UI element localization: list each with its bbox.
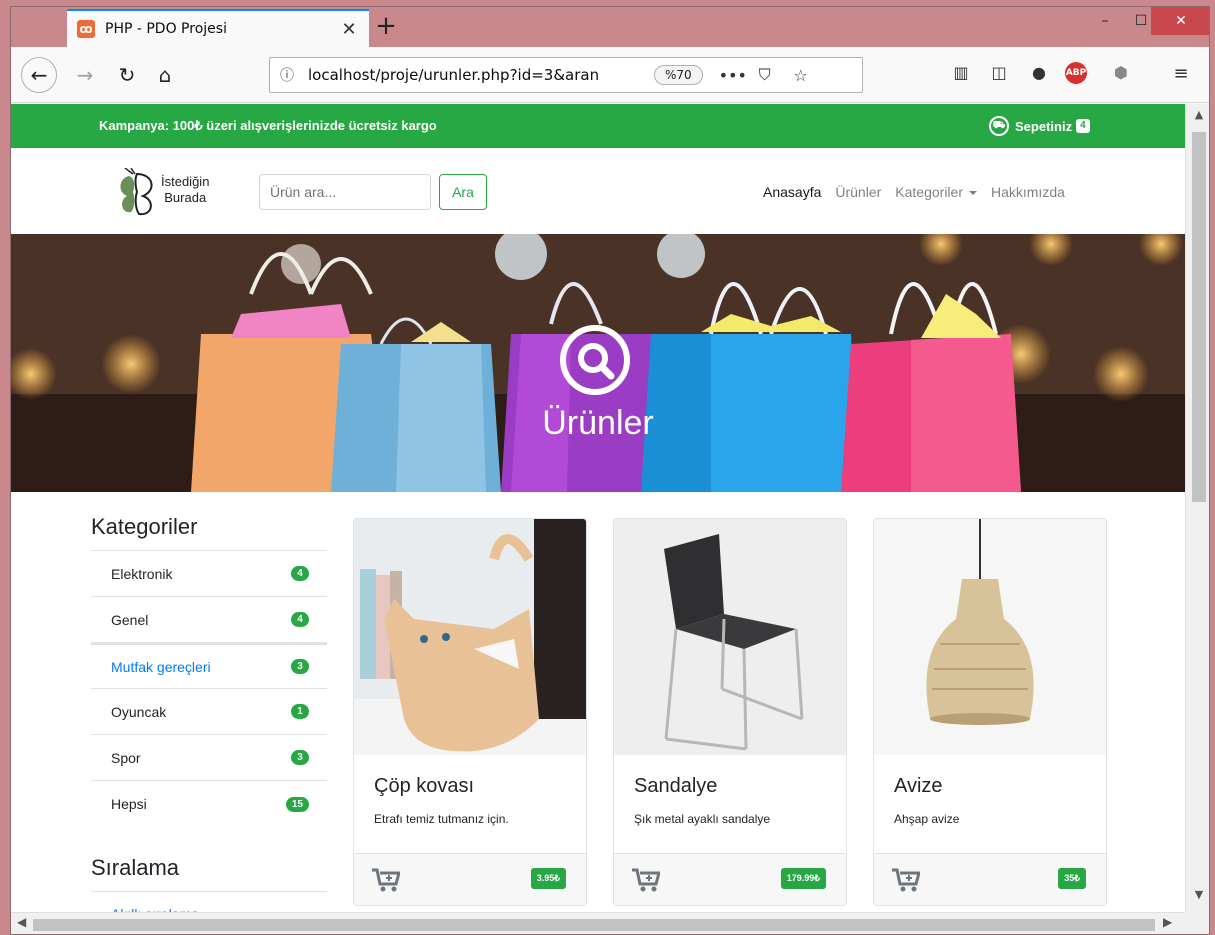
product-card[interactable]: Çöp kovası Etrafı temiz tutmanız için. 3…	[353, 518, 587, 906]
scroll-down-icon[interactable]: ▼	[1186, 888, 1209, 908]
product-card-body: Çöp kovası Etrafı temiz tutmanız için.	[354, 755, 586, 846]
trash-bin-image	[354, 519, 586, 755]
add-to-cart-icon[interactable]	[372, 868, 400, 892]
search-input[interactable]: Ürün ara...	[259, 174, 431, 210]
zoom-indicator[interactable]: %70	[654, 65, 703, 85]
promo-text: Kampanya: 100₺ üzeri alışverişlerinizde …	[99, 118, 437, 133]
extension-icon[interactable]: ●	[1027, 63, 1051, 82]
categories-heading: Kategoriler	[91, 514, 327, 551]
nav-products[interactable]: Ürünler	[835, 184, 881, 200]
tab-bar: ꝏ PHP - PDO Projesi ✕ + – ☐ ✕	[11, 7, 1209, 47]
vertical-scrollbar[interactable]: ▲ ▼	[1185, 104, 1209, 912]
bookmark-star-icon[interactable]: ☆	[791, 66, 811, 85]
back-button[interactable]: ←	[21, 57, 57, 93]
add-to-cart-icon[interactable]	[892, 868, 920, 892]
hero-title: Ürünler	[542, 404, 654, 442]
price-badge: 35₺	[1058, 868, 1086, 889]
tab-title: PHP - PDO Projesi	[105, 21, 227, 37]
category-count-badge: 1	[291, 704, 309, 719]
chair-image	[614, 519, 846, 755]
category-item-hepsi[interactable]: Hepsi 15	[91, 781, 327, 827]
scroll-left-icon[interactable]: ◀	[17, 915, 26, 929]
product-description: Etrafı temiz tutmanız için.	[374, 812, 509, 826]
library-icon[interactable]: ▥	[949, 63, 973, 82]
product-description: Şık metal ayaklı sandalye	[634, 812, 771, 826]
page-actions-icon[interactable]: •••	[719, 66, 747, 85]
cart-icon: ⛟	[989, 116, 1009, 136]
category-count-badge: 4	[291, 612, 309, 627]
category-count-badge: 3	[291, 659, 309, 674]
scroll-right-icon[interactable]: ▶	[1163, 915, 1172, 929]
category-item-oyuncak[interactable]: Oyuncak 1	[91, 689, 327, 735]
promo-banner: Kampanya: 100₺ üzeri alışverişlerinizde …	[11, 104, 1185, 148]
search-button[interactable]: Ara	[439, 174, 487, 210]
cart-link[interactable]: ⛟ Sepetiniz 4	[989, 116, 1090, 136]
product-card-footer: 35₺	[874, 853, 1106, 905]
category-sidebar: Kategoriler Elektronik 4 Genel 4 Mutfak …	[91, 514, 327, 912]
horizontal-scroll-thumb[interactable]	[33, 919, 1155, 931]
product-title[interactable]: Çöp kovası	[374, 775, 566, 798]
price-badge: 179.99₺	[780, 868, 826, 889]
browser-tab[interactable]: ꝏ PHP - PDO Projesi ✕	[67, 9, 369, 47]
shield-icon[interactable]: ⬢	[1109, 63, 1133, 82]
product-card-body: Sandalye Şık metal ayaklı sandalye	[614, 755, 846, 846]
browser-window: ꝏ PHP - PDO Projesi ✕ + – ☐ ✕ ← → ↻ ⌂ ⓘ …	[10, 6, 1210, 935]
product-card[interactable]: Sandalye Şık metal ayaklı sandalye 179.9…	[613, 518, 847, 906]
pendant-lamp-image	[874, 519, 1106, 755]
sidebar-icon[interactable]: ◫	[987, 63, 1011, 82]
cart-label: Sepetiniz	[1015, 118, 1073, 134]
product-card-body: Avize Ahşap avize	[874, 755, 1106, 846]
search-icon	[560, 325, 630, 395]
add-to-cart-icon[interactable]	[632, 868, 660, 892]
product-card-footer: 3.95₺	[354, 853, 586, 905]
category-count-badge: 15	[285, 796, 309, 812]
xampp-favicon-icon: ꝏ	[77, 20, 95, 38]
minimize-button[interactable]: –	[1085, 7, 1125, 35]
browser-toolbar: ← → ↻ ⌂ ⓘ localhost/proje/urunler.php?id…	[11, 47, 1209, 103]
site-info-icon[interactable]: ⓘ	[280, 65, 302, 85]
cart-count-badge: 4	[1076, 119, 1090, 133]
category-item-mutfak[interactable]: Mutfak gereçleri 3	[91, 643, 327, 689]
forward-button[interactable]: →	[67, 57, 103, 93]
product-card-footer: 179.99₺	[614, 853, 846, 905]
category-item-elektronik[interactable]: Elektronik 4	[91, 551, 327, 597]
product-title[interactable]: Avize	[894, 775, 1086, 798]
horizontal-scrollbar[interactable]: ◀ ▶	[11, 912, 1185, 934]
sort-option-smart[interactable]: Akıllı sıralama	[91, 892, 327, 912]
address-bar[interactable]: ⓘ localhost/proje/urunler.php?id=3&aran …	[269, 57, 863, 93]
reload-button[interactable]: ↻	[109, 57, 145, 93]
scrollbar-corner	[1185, 912, 1209, 934]
nav-home[interactable]: Anasayfa	[763, 184, 821, 200]
product-description: Ahşap avize	[894, 812, 960, 826]
pocket-icon[interactable]: ⛉	[755, 65, 775, 85]
price-badge: 3.95₺	[530, 868, 566, 889]
new-tab-button[interactable]: +	[371, 11, 401, 43]
main-nav: Anasayfa Ürünler Kategoriler Hakkımızda	[763, 184, 1065, 200]
site-header: İstediğin Burada Ürün ara... Ara Anasayf…	[11, 148, 1185, 234]
butterfly-logo-icon[interactable]	[115, 168, 159, 218]
close-tab-icon[interactable]: ✕	[339, 19, 359, 40]
category-count-badge: 3	[291, 750, 309, 765]
close-window-button[interactable]: ✕	[1151, 7, 1209, 35]
vertical-scroll-thumb[interactable]	[1192, 132, 1206, 502]
url-text[interactable]: localhost/proje/urunler.php?id=3&aran	[308, 66, 638, 84]
caret-down-icon	[968, 191, 977, 196]
adblock-icon[interactable]: ABP	[1065, 62, 1087, 84]
category-item-genel[interactable]: Genel 4	[91, 597, 327, 643]
page-viewport: Kampanya: 100₺ üzeri alışverişlerinizde …	[11, 104, 1185, 912]
category-item-spor[interactable]: Spor 3	[91, 735, 327, 781]
product-card[interactable]: Avize Ahşap avize 35₺	[873, 518, 1107, 906]
nav-categories[interactable]: Kategoriler	[895, 184, 977, 200]
hero-banner: Ürünler	[11, 234, 1185, 492]
scroll-up-icon[interactable]: ▲	[1186, 108, 1209, 128]
nav-about[interactable]: Hakkımızda	[991, 184, 1065, 200]
product-title[interactable]: Sandalye	[634, 775, 826, 798]
category-count-badge: 4	[291, 566, 309, 581]
sort-heading: Sıralama	[91, 855, 327, 892]
menu-icon[interactable]: ≡	[1169, 63, 1193, 84]
home-button[interactable]: ⌂	[147, 57, 183, 93]
logo-text[interactable]: İstediğin Burada	[161, 174, 209, 206]
